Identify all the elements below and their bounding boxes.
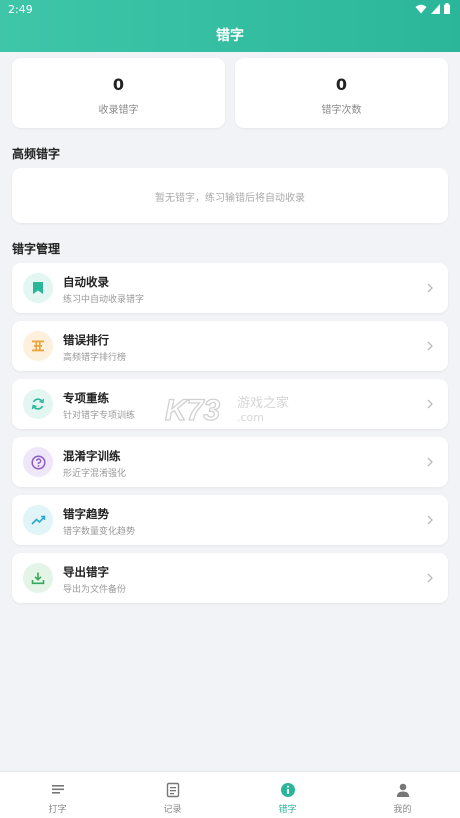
refresh-icon xyxy=(23,389,53,419)
status-bar: 2:49 xyxy=(0,0,460,18)
menu-item-title: 专项重练 xyxy=(63,391,109,405)
chevron-right-icon xyxy=(427,573,433,583)
bookmark-icon xyxy=(23,273,53,303)
menu-item-auto-collect[interactable]: 自动收录 练习中自动收录错字 xyxy=(12,263,448,313)
chevron-right-icon xyxy=(427,457,433,467)
stat-value: 0 xyxy=(335,75,348,94)
tab-typing[interactable]: 打字 xyxy=(0,772,115,818)
app-header: 2:49 错字 xyxy=(0,0,460,52)
tab-label: 我的 xyxy=(393,805,412,815)
tab-label: 打字 xyxy=(48,805,67,815)
tab-profile[interactable]: 我的 xyxy=(345,772,460,818)
stat-card-error-count[interactable]: 0 错字次数 xyxy=(235,58,448,128)
tab-errors[interactable]: 错字 xyxy=(230,772,345,818)
menu-item-title: 错误排行 xyxy=(63,333,109,347)
chevron-right-icon xyxy=(427,283,433,293)
download-icon xyxy=(23,563,53,593)
svg-text:K73: K73 xyxy=(165,394,220,427)
document-icon xyxy=(166,782,179,798)
menu-item-title: 错字趋势 xyxy=(63,507,109,521)
menu-item-subtitle: 练习中自动收录错字 xyxy=(63,295,145,305)
menu-item-subtitle: 形近字混淆强化 xyxy=(63,469,127,479)
wifi-icon xyxy=(415,4,427,13)
watermark-logo: K73 游戏之家 .com xyxy=(164,390,295,428)
text-lines-icon xyxy=(51,785,64,794)
battery-icon xyxy=(444,3,450,14)
tab-records[interactable]: 记录 xyxy=(115,772,230,818)
svg-text:游戏之家: 游戏之家 xyxy=(237,395,289,411)
stat-label: 收录错字 xyxy=(98,105,139,116)
stat-value: 0 xyxy=(112,75,125,94)
menu-item-subtitle: 针对错字专项训练 xyxy=(63,411,136,421)
menu-item-subtitle: 错字数量变化趋势 xyxy=(63,527,136,537)
menu-item-subtitle: 导出为文件备份 xyxy=(63,585,127,595)
menu-item-error-trend[interactable]: 错字趋势 错字数量变化趋势 xyxy=(12,495,448,545)
chevron-right-icon xyxy=(427,341,433,351)
status-icons xyxy=(415,3,450,14)
info-icon xyxy=(280,783,295,797)
section-title-management: 错字管理 xyxy=(12,242,61,256)
tab-label: 错字 xyxy=(278,805,297,815)
menu-item-subtitle: 高频错字排行榜 xyxy=(63,353,127,363)
menu-item-confusion-training[interactable]: 混淆字训练 形近字混淆强化 xyxy=(12,437,448,487)
chevron-right-icon xyxy=(427,515,433,525)
stat-label: 错字次数 xyxy=(321,105,362,116)
empty-message: 暂无错字，练习输错后将自动收录 xyxy=(155,193,305,204)
frequent-empty-card: 暂无错字，练习输错后将自动收录 xyxy=(12,168,448,223)
question-icon xyxy=(23,447,53,477)
stat-card-collected[interactable]: 0 收录错字 xyxy=(12,58,225,128)
menu-item-error-ranking[interactable]: 错误排行 高频错字排行榜 xyxy=(12,321,448,371)
ranking-icon xyxy=(23,331,53,361)
trend-icon xyxy=(23,505,53,535)
person-icon xyxy=(396,783,409,797)
page-title: 错字 xyxy=(216,28,244,44)
menu-item-title: 导出错字 xyxy=(63,565,109,579)
menu-item-export-errors[interactable]: 导出错字 导出为文件备份 xyxy=(12,553,448,603)
section-title-frequent: 高频错字 xyxy=(12,147,61,161)
menu-item-title: 自动收录 xyxy=(63,275,109,289)
svg-text:.com: .com xyxy=(237,411,264,424)
menu-item-title: 混淆字训练 xyxy=(63,449,121,463)
signal-icon xyxy=(431,3,440,14)
tab-label: 记录 xyxy=(163,805,182,815)
bottom-nav: 打字 记录 错字 我的 xyxy=(0,771,460,818)
chevron-right-icon xyxy=(427,399,433,409)
status-time: 2:49 xyxy=(8,3,33,16)
